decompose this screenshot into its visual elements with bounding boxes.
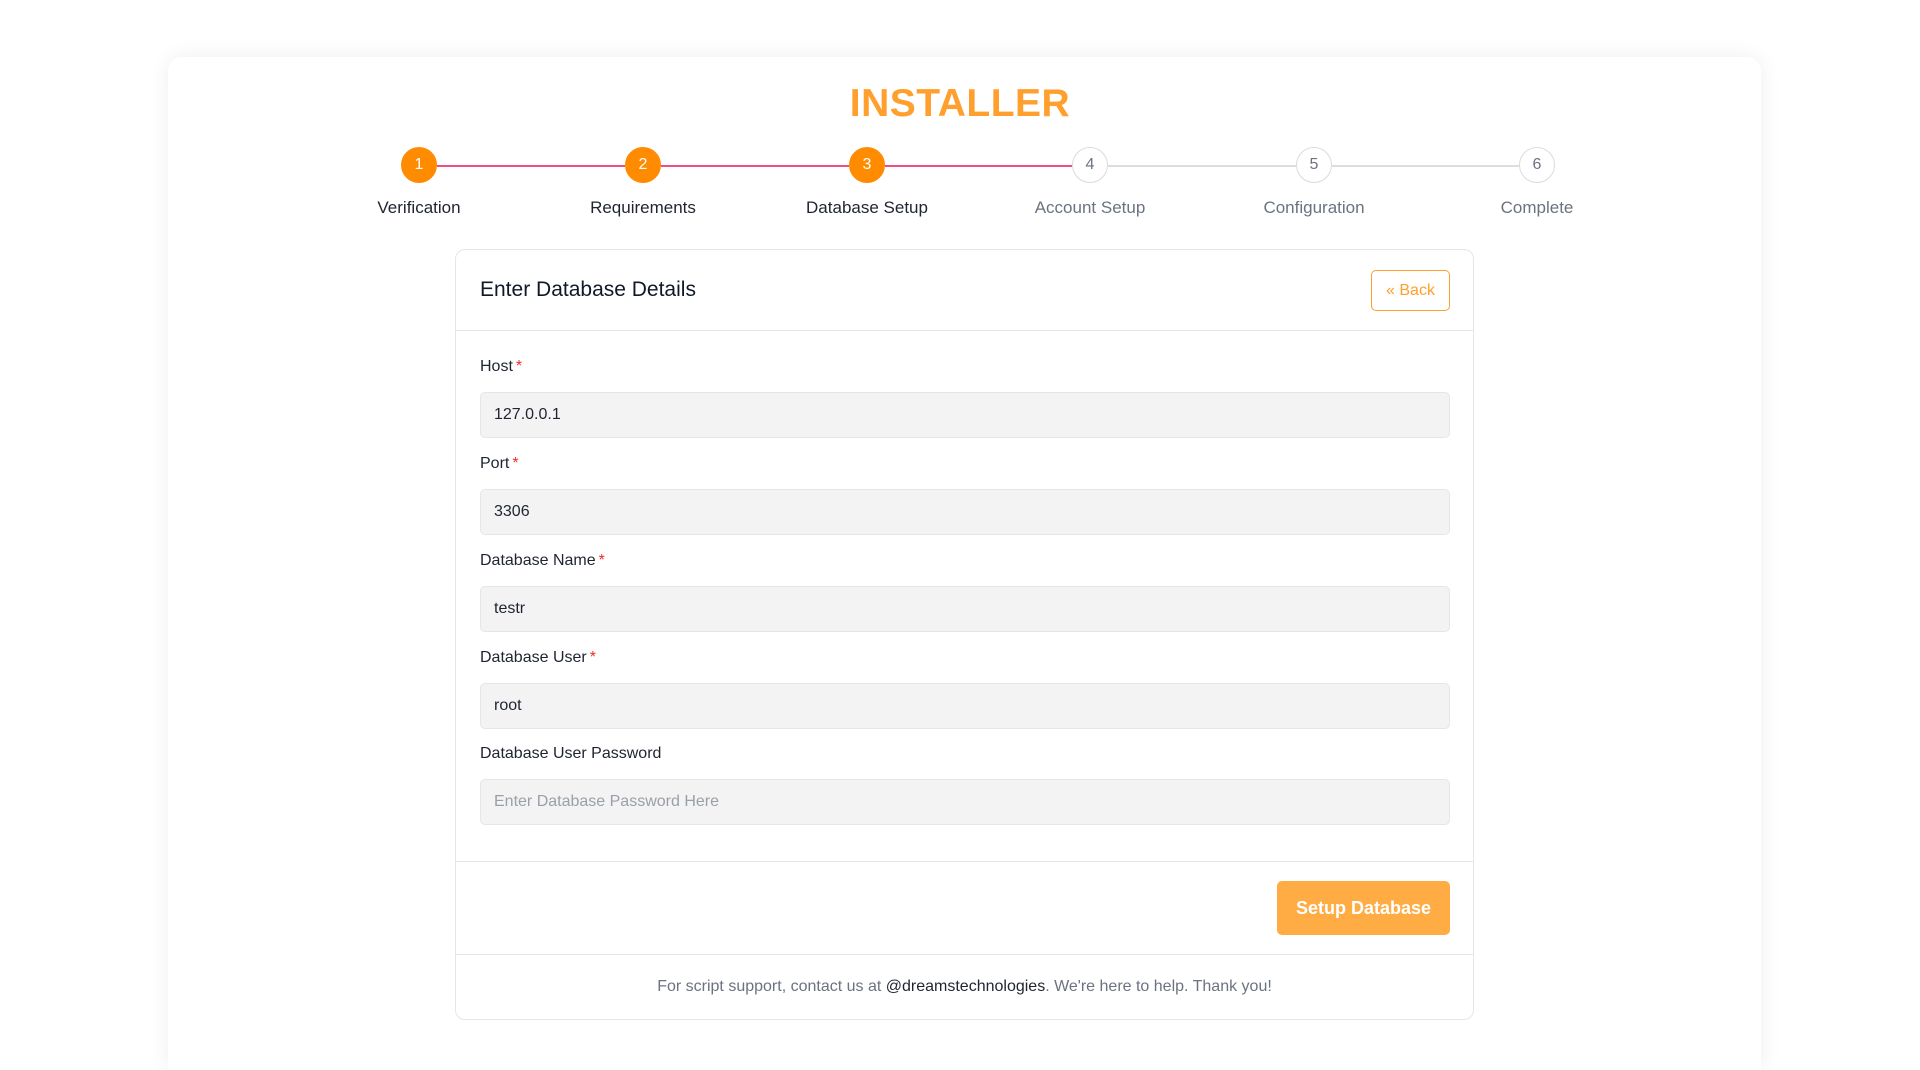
step-connector-5-6 — [1332, 165, 1519, 167]
footer-suffix: . We're here to help. Thank you! — [1045, 978, 1272, 995]
step-1-circle: 1 — [401, 147, 437, 183]
database-user-label: Database User * — [480, 649, 596, 666]
database-form-card: Enter Database Details « Back Host* Port… — [455, 249, 1474, 1020]
step-connector-1-2 — [437, 165, 625, 167]
port-input[interactable] — [480, 489, 1450, 535]
database-user-field-group: Database User * — [480, 649, 1450, 729]
step-connector-4-5 — [1108, 165, 1296, 167]
port-field-group: Port * — [480, 455, 1450, 535]
step-1-label: Verification — [377, 198, 461, 217]
required-mark: * — [589, 649, 596, 666]
database-password-field-group: Database User Password — [480, 745, 1450, 825]
setup-database-button[interactable]: Setup Database — [1277, 881, 1450, 935]
step-5-circle: 5 — [1296, 147, 1332, 183]
required-mark: * — [598, 552, 605, 569]
support-handle-link[interactable]: @dreamstechnologies — [886, 978, 1045, 996]
footer-prefix: For script support, contact us at — [657, 978, 886, 995]
database-name-field-group: Database Name * — [480, 552, 1450, 632]
step-5-label: Configuration — [1263, 198, 1365, 217]
step-connector-3-4 — [885, 165, 1072, 167]
back-button[interactable]: « Back — [1371, 270, 1450, 311]
required-mark: * — [515, 358, 523, 375]
step-4-circle: 4 — [1072, 147, 1108, 183]
database-password-label: Database User Password — [480, 745, 662, 762]
required-mark: * — [512, 455, 519, 472]
step-2-label: Requirements — [590, 198, 696, 217]
form-header: Enter Database Details « Back — [456, 250, 1473, 331]
port-label: Port * — [480, 455, 519, 472]
database-name-label: Database Name * — [480, 552, 605, 569]
database-user-input[interactable] — [480, 683, 1450, 729]
step-3-label: Database Setup — [806, 198, 928, 217]
installer-stepper: 1 2 3 4 5 6 Verification Requirements Da… — [0, 0, 1920, 230]
host-input[interactable] — [480, 392, 1450, 438]
step-4-label: Account Setup — [1034, 198, 1146, 217]
support-footer: For script support, contact us at @dream… — [456, 955, 1473, 1019]
database-name-input[interactable] — [480, 586, 1450, 632]
host-field-group: Host * — [480, 358, 1450, 438]
database-password-input[interactable] — [480, 779, 1450, 825]
form-body: Host* Port* Database Name* Database User… — [456, 331, 1473, 862]
form-title: Enter Database Details — [480, 278, 696, 301]
form-actions: Setup Database — [456, 862, 1473, 955]
host-label: Host * — [480, 358, 523, 375]
step-connector-2-3 — [661, 165, 849, 167]
step-2-circle: 2 — [625, 147, 661, 183]
step-3-circle: 3 — [849, 147, 885, 183]
step-6-label: Complete — [1500, 198, 1574, 217]
step-6-circle: 6 — [1519, 147, 1555, 183]
